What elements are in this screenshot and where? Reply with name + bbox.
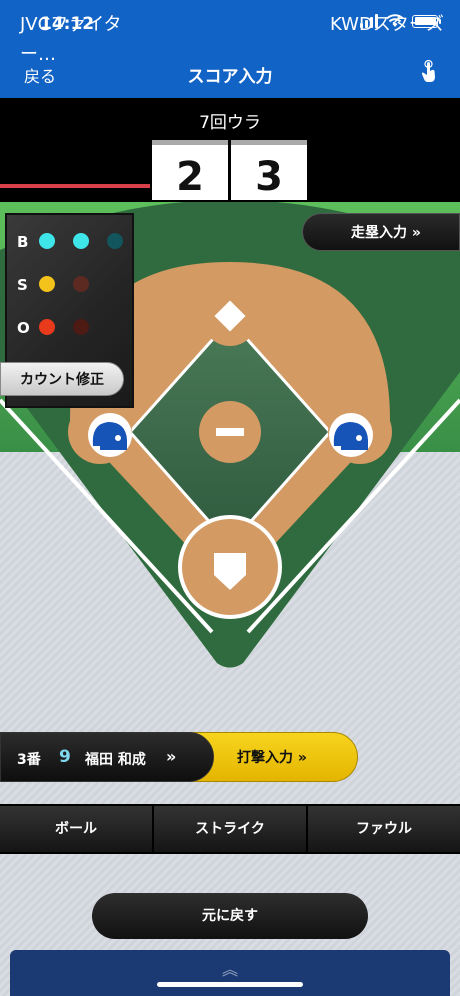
strike-indicator-2 xyxy=(73,276,89,292)
chevron-up-icon: ︽ xyxy=(221,960,238,979)
away-team-indicator xyxy=(0,184,150,188)
ball-label: B xyxy=(17,233,29,251)
bottom-drawer-handle[interactable]: ︽ xyxy=(10,950,450,996)
strike-button[interactable]: ストライク xyxy=(154,806,308,852)
pitcher-rubber xyxy=(216,428,244,436)
batter-name: 福田 和成 xyxy=(85,752,146,768)
ball-indicator-3 xyxy=(107,233,123,249)
runner-helmet-icon xyxy=(329,413,373,457)
batter-order: 3番 xyxy=(17,752,41,768)
away-team-name: JVCファイター… xyxy=(20,14,122,65)
touch-icon[interactable] xyxy=(420,60,440,84)
home-score: 3 xyxy=(231,140,307,200)
strike-label: S xyxy=(17,276,28,294)
out-indicator-1 xyxy=(39,319,55,335)
ball-indicator-2 xyxy=(73,233,89,249)
undo-button[interactable]: 元に戻す xyxy=(92,893,368,939)
away-score: 2 xyxy=(152,140,228,200)
batter-bar[interactable]: 3番 9 福田 和成 » xyxy=(0,732,214,782)
out-label: O xyxy=(17,319,30,337)
runner-input-button[interactable]: 走塁入力 » xyxy=(302,213,460,251)
pitch-buttons: ボール ストライク ファウル xyxy=(0,804,460,854)
home-team-name: KWDスターズ xyxy=(330,14,444,35)
out-indicator-2 xyxy=(73,319,89,335)
ball-button[interactable]: ボール xyxy=(0,806,154,852)
foul-button[interactable]: ファウル xyxy=(308,806,460,852)
chevron-right-icon: » xyxy=(166,747,177,766)
batter-number: 9 xyxy=(59,747,71,767)
ball-indicator-1 xyxy=(39,233,55,249)
inning-label: 7回ウラ xyxy=(199,113,261,133)
home-indicator xyxy=(157,982,303,987)
strike-indicator-1 xyxy=(39,276,55,292)
count-fix-button[interactable]: カウント修正 xyxy=(0,362,124,396)
runner-helmet-icon xyxy=(88,413,132,457)
